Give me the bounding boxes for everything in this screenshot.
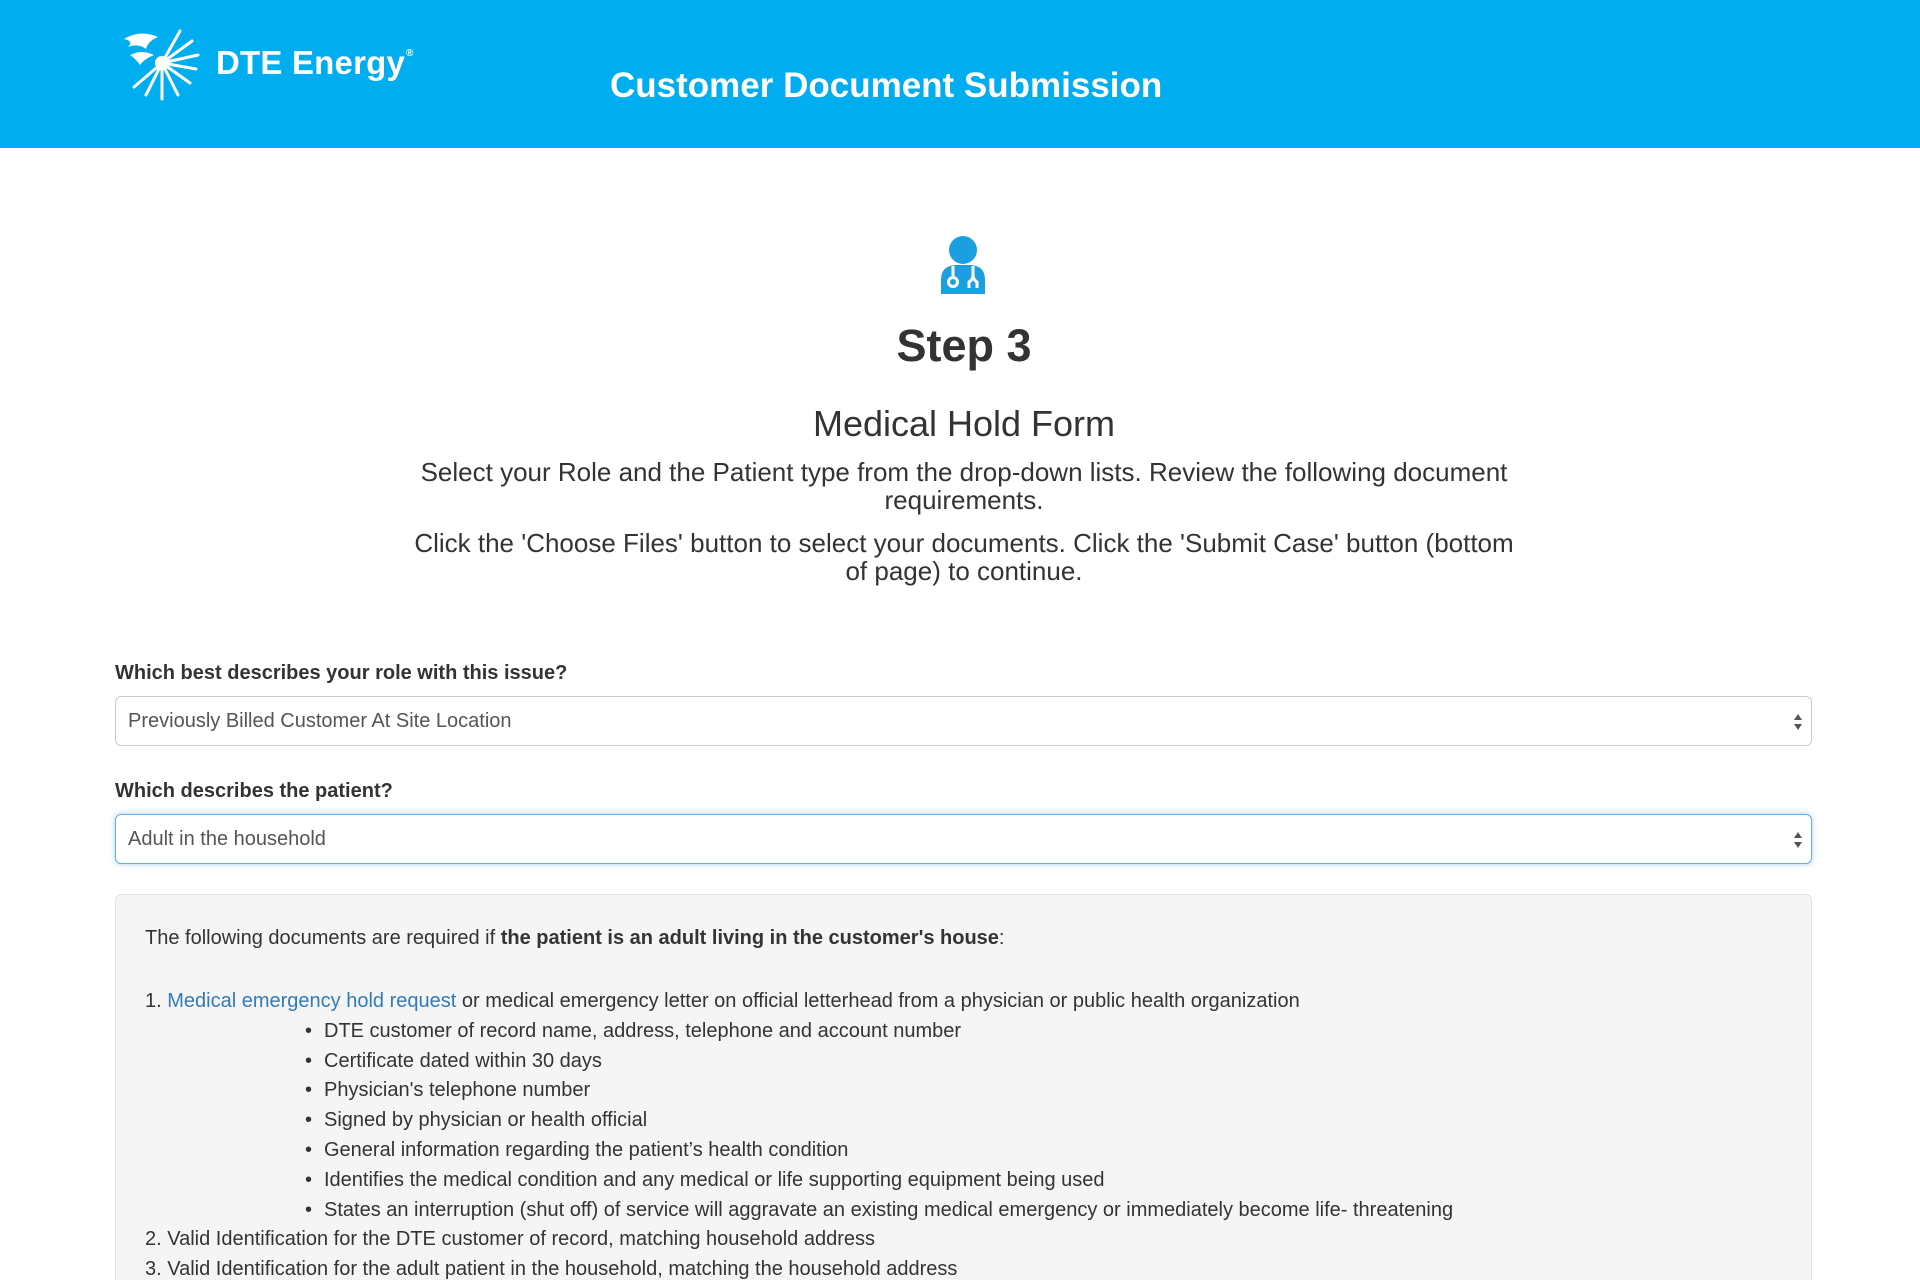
- bullet-icon: •: [305, 1168, 313, 1191]
- list-item: • Signed by physician or health official: [145, 1106, 1453, 1136]
- list-item: • DTE customer of record name, address, t…: [145, 1017, 1453, 1047]
- select-arrows-icon: [1794, 832, 1802, 848]
- requirements-list: 1. Medical emergency hold request or med…: [145, 987, 1453, 1280]
- bullet-icon: •: [305, 1079, 313, 1102]
- requirements-intro: The following documents are required if …: [145, 927, 1005, 949]
- role-select[interactable]: Previously Billed Customer At Site Locat…: [115, 696, 1812, 746]
- list-item: 3. Valid Identification for the adult pa…: [145, 1258, 958, 1280]
- list-item: 1. Medical emergency hold request or med…: [145, 990, 1300, 1012]
- medical-hold-request-link[interactable]: Medical emergency hold request: [167, 990, 456, 1012]
- requirements-panel: The following documents are required if …: [115, 894, 1812, 1280]
- bullet-icon: •: [305, 1049, 313, 1072]
- list-item: • Physician's telephone number: [145, 1076, 1453, 1106]
- bullet-icon: •: [305, 1109, 313, 1132]
- list-item: • States an interruption (shut off) of se…: [145, 1196, 1453, 1226]
- list-item: • Identifies the medical condition and an…: [145, 1166, 1453, 1196]
- patient-label: Which describes the patient?: [115, 780, 393, 802]
- patient-select-value: Adult in the household: [128, 827, 326, 850]
- select-arrows-icon: [1794, 714, 1802, 730]
- patient-select[interactable]: Adult in the household: [115, 814, 1812, 864]
- doctor-icon: [941, 236, 985, 294]
- list-item: • General information regarding the patie…: [145, 1136, 1453, 1166]
- role-label: Which best describes your role with this…: [115, 662, 568, 684]
- logo-wordmark: DTE Energy®: [216, 44, 414, 81]
- bullet-icon: •: [305, 1198, 313, 1221]
- step-title: Step 3: [896, 320, 1032, 371]
- header-title: Customer Document Submission: [610, 66, 1163, 105]
- bullet-icon: •: [305, 1019, 313, 1042]
- instructions-upload: Click the 'Choose Files' button to selec…: [414, 528, 1514, 586]
- header-bar: DTE Energy® Customer Document Submission: [0, 0, 1920, 148]
- role-select-value: Previously Billed Customer At Site Locat…: [128, 709, 512, 732]
- list-item: 2. Valid Identification for the DTE cust…: [145, 1228, 876, 1251]
- form-title: Medical Hold Form: [812, 403, 1116, 444]
- dte-energy-logo[interactable]: DTE Energy®: [118, 20, 440, 106]
- instructions-select: Select your Role and the Patient type fr…: [420, 457, 1508, 515]
- sunburst-logo-icon: [124, 29, 200, 101]
- bullet-icon: •: [305, 1138, 313, 1161]
- list-item: • Certificate dated within 30 days: [145, 1047, 1453, 1077]
- requirements-sublist: • DTE customer of record name, address, t…: [145, 1017, 1453, 1226]
